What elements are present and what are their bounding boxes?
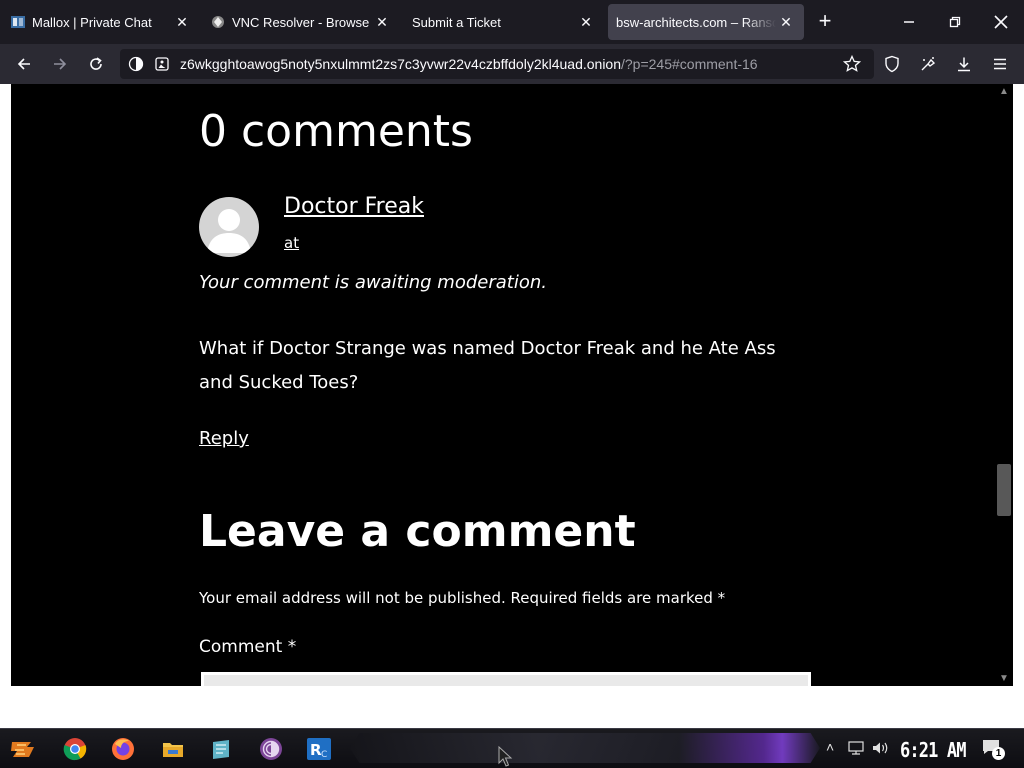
user-avatar-icon: [207, 209, 251, 253]
shield-button[interactable]: [878, 50, 906, 78]
tab-title: Mallox | Private Chat: [32, 14, 152, 30]
onion-icon: [128, 56, 144, 72]
taskbar-decoration: [350, 733, 820, 763]
tab-title: Submit a Ticket: [412, 14, 501, 30]
chrome-icon: [63, 738, 87, 761]
arrow-left-icon: [17, 58, 30, 70]
tab-bsw-architects[interactable]: bsw-architects.com – Ransom ✕: [608, 4, 804, 40]
scroll-thumb[interactable]: [997, 464, 1011, 516]
firefox-icon[interactable]: [108, 735, 138, 763]
back-button[interactable]: [10, 50, 38, 78]
downloads-button[interactable]: [950, 50, 978, 78]
navigation-bar: z6wkgghtoawog5noty5nxulmmt2zs7c3yvwr22v4…: [0, 44, 1024, 84]
leave-comment-heading: Leave a comment: [199, 506, 636, 557]
forward-button[interactable]: [46, 50, 74, 78]
start-icon: [11, 742, 34, 757]
comment-author-link[interactable]: Doctor Freak: [284, 194, 424, 219]
bookmark-button[interactable]: [838, 50, 866, 78]
mallox-favicon-icon: [11, 16, 25, 28]
arrow-right-icon: [54, 58, 67, 70]
reload-button[interactable]: [82, 50, 110, 78]
url-host: z6wkgghtoawog5noty5nxulmmt2zs7c3yvwr22v4…: [180, 56, 621, 72]
restore-icon: [949, 16, 961, 28]
star-icon: [843, 55, 861, 72]
new-identity-button[interactable]: [914, 50, 942, 78]
page-scrollbar[interactable]: ▲ ▼: [997, 84, 1013, 686]
tab-mallox-chat[interactable]: Mallox | Private Chat ✕: [0, 4, 200, 40]
file-explorer-icon[interactable]: [158, 735, 188, 763]
reload-icon: [90, 57, 102, 70]
comment-textarea[interactable]: [201, 672, 811, 686]
window-close-button[interactable]: [978, 0, 1024, 44]
tab-bar: Mallox | Private Chat ✕ VNC Resolver - B…: [0, 0, 1024, 44]
page-viewport: 0 comments Doctor Freak at Your comment …: [11, 84, 997, 686]
firefox-icon: [112, 738, 134, 760]
comment-label: Comment *: [199, 637, 297, 657]
volume-icon[interactable]: [872, 741, 890, 755]
tab-submit-ticket[interactable]: Submit a Ticket ✕: [400, 4, 604, 40]
url-text: z6wkgghtoawog5noty5nxulmmt2zs7c3yvwr22v4…: [180, 56, 758, 72]
close-icon[interactable]: ✕: [776, 12, 796, 32]
close-icon[interactable]: ✕: [576, 12, 596, 32]
app-icon[interactable]: [206, 735, 236, 763]
mouse-cursor-icon: [498, 746, 513, 767]
svg-text:C: C: [321, 750, 327, 760]
blank-area: [0, 686, 1024, 728]
shield-icon: [885, 55, 899, 73]
url-bar[interactable]: z6wkgghtoawog5noty5nxulmmt2zs7c3yvwr22v4…: [120, 49, 874, 79]
url-path: /?p=245#comment-16: [621, 56, 758, 72]
tab-title: bsw-architects.com – Ransom: [616, 14, 776, 30]
moderation-notice: Your comment is awaiting moderation.: [199, 272, 547, 293]
hamburger-menu-icon: [994, 58, 1006, 70]
menu-button[interactable]: [986, 50, 1014, 78]
close-icon: [994, 15, 1008, 29]
vnc-favicon-icon: [212, 16, 224, 28]
comment-date-link[interactable]: at: [284, 234, 299, 252]
minimize-button[interactable]: [886, 0, 932, 44]
tab-title: VNC Resolver - Browse: [232, 14, 370, 30]
close-icon[interactable]: ✕: [172, 12, 192, 32]
start-icon[interactable]: [8, 735, 38, 763]
notification-center-button[interactable]: 1: [982, 739, 1006, 761]
download-icon: [958, 57, 970, 72]
new-tab-button[interactable]: +: [812, 10, 838, 34]
page-info-icon[interactable]: [154, 56, 170, 72]
avatar: [199, 197, 259, 257]
remote-desktop-icon: RC: [307, 738, 331, 760]
scroll-up-icon[interactable]: ▲: [999, 86, 1009, 97]
reply-link[interactable]: Reply: [199, 428, 249, 449]
notification-count-badge: 1: [992, 747, 1005, 760]
comment-body: What if Doctor Strange was named Doctor …: [199, 338, 776, 393]
comments-count-heading: 0 comments: [199, 106, 473, 157]
remote-desktop-icon[interactable]: RC: [304, 735, 334, 763]
scroll-down-icon[interactable]: ▼: [999, 673, 1009, 684]
restore-button[interactable]: [932, 0, 978, 44]
notes-app-icon: [213, 740, 229, 759]
broom-icon: [921, 57, 936, 71]
minimize-icon: [904, 21, 914, 23]
chevron-up-icon[interactable]: ˄: [826, 739, 834, 755]
taskbar-clock[interactable]: 6:21 AM: [900, 738, 967, 762]
comment-notes: Your email address will not be published…: [199, 589, 726, 607]
tor-onion-icon: [260, 738, 282, 760]
tab-vnc-resolver[interactable]: VNC Resolver - Browse ✕: [200, 4, 400, 40]
chrome-icon[interactable]: [60, 735, 90, 763]
folder-icon: [163, 743, 183, 757]
tor-browser-icon[interactable]: [256, 735, 286, 763]
close-icon[interactable]: ✕: [372, 12, 392, 32]
network-icon[interactable]: [848, 741, 864, 755]
